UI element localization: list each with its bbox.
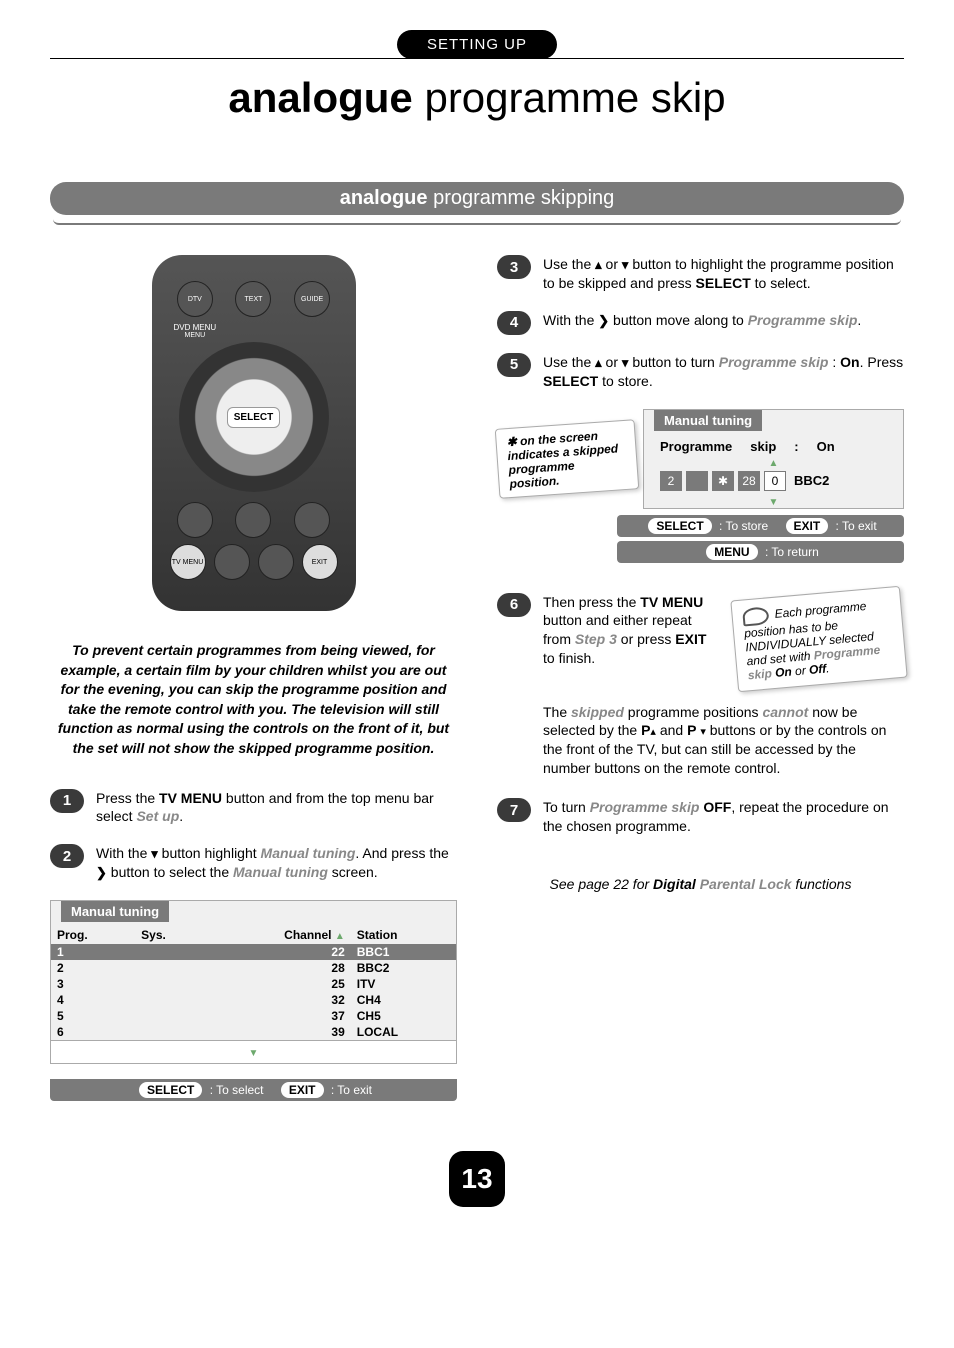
sort-up-icon: ▲ (335, 931, 345, 942)
table-row: 639LOCAL (51, 1024, 456, 1040)
table-row: 228BBC2 (51, 960, 456, 976)
manual-tuning-table: Manual tuning Prog. Sys. Channel ▲ Stati… (50, 900, 457, 1064)
exit-legend-button: EXIT (786, 518, 829, 534)
right-chevron-icon: ❯ (96, 864, 107, 882)
remote-tvmenu-button: TV MENU (170, 544, 206, 580)
table-row: 432CH4 (51, 992, 456, 1008)
table-row: 537CH5 (51, 1008, 456, 1024)
remote-text-button: TEXT (235, 281, 271, 317)
manual-tuning-skip-panel: Manual tuning Programme skip : On ▲ 2 ✱ (643, 409, 904, 509)
remote-dtv-button: DTV MENU (177, 281, 213, 317)
select-legend-button: SELECT (648, 518, 711, 534)
skipped-note: The skipped programme positions cannot n… (543, 703, 904, 779)
remote-round-1 (177, 502, 213, 538)
subsection-bar: analogue programme skipping (50, 182, 904, 215)
step-3: 3 Use the ▴ or ▾ button to highlight the… (497, 255, 904, 293)
asterisk-callout: ✱ on the screen indicates a skipped prog… (495, 419, 640, 499)
step-5: 5 Use the ▴ or ▾ button to turn Programm… (497, 353, 904, 391)
remote-mid-1 (214, 544, 250, 580)
remote-mid-2 (258, 544, 294, 580)
step-6: 6 Then press the TV MENU button and eith… (497, 593, 720, 669)
remote-round-2 (235, 502, 271, 538)
intro-paragraph: To prevent certain programmes from being… (50, 641, 457, 759)
step-2: 2 With the ▾ button highlight Manual tun… (50, 844, 457, 882)
down-triangle-icon: ▼ (249, 1048, 259, 1059)
page-number: 13 (449, 1151, 505, 1207)
exit-legend-button: EXIT (281, 1082, 324, 1098)
remote-illustration: DTV MENU TEXT GUIDE DVD MENU SELECT T (50, 255, 457, 611)
remote-guide-button: GUIDE (294, 281, 330, 317)
page-title: analogue programme skip (50, 74, 904, 122)
right-chevron-icon: ❯ (598, 312, 609, 330)
step-7: 7 To turn Programme skip OFF, repeat the… (497, 798, 904, 836)
individually-callout: Each programme position has to be INDIVI… (730, 585, 907, 691)
remote-exit-button: EXIT (302, 544, 338, 580)
remote-round-3 (294, 502, 330, 538)
section-tab: SETTING UP (397, 30, 557, 59)
menu-legend-button: MENU (706, 544, 757, 560)
step-4: 4 With the ❯ button move along to Progra… (497, 311, 904, 335)
table-row: 325ITV (51, 976, 456, 992)
step-1: 1 Press the TV MENU button and from the … (50, 789, 457, 827)
remote-navpad: SELECT (179, 342, 329, 492)
remote-select-button: SELECT (227, 407, 280, 428)
select-legend-button: SELECT (139, 1082, 202, 1098)
hand-pointer-icon (742, 606, 769, 626)
table-row: 122BBC1 (51, 944, 456, 960)
see-also-note: See page 22 for Digital Parental Lock fu… (497, 876, 904, 892)
